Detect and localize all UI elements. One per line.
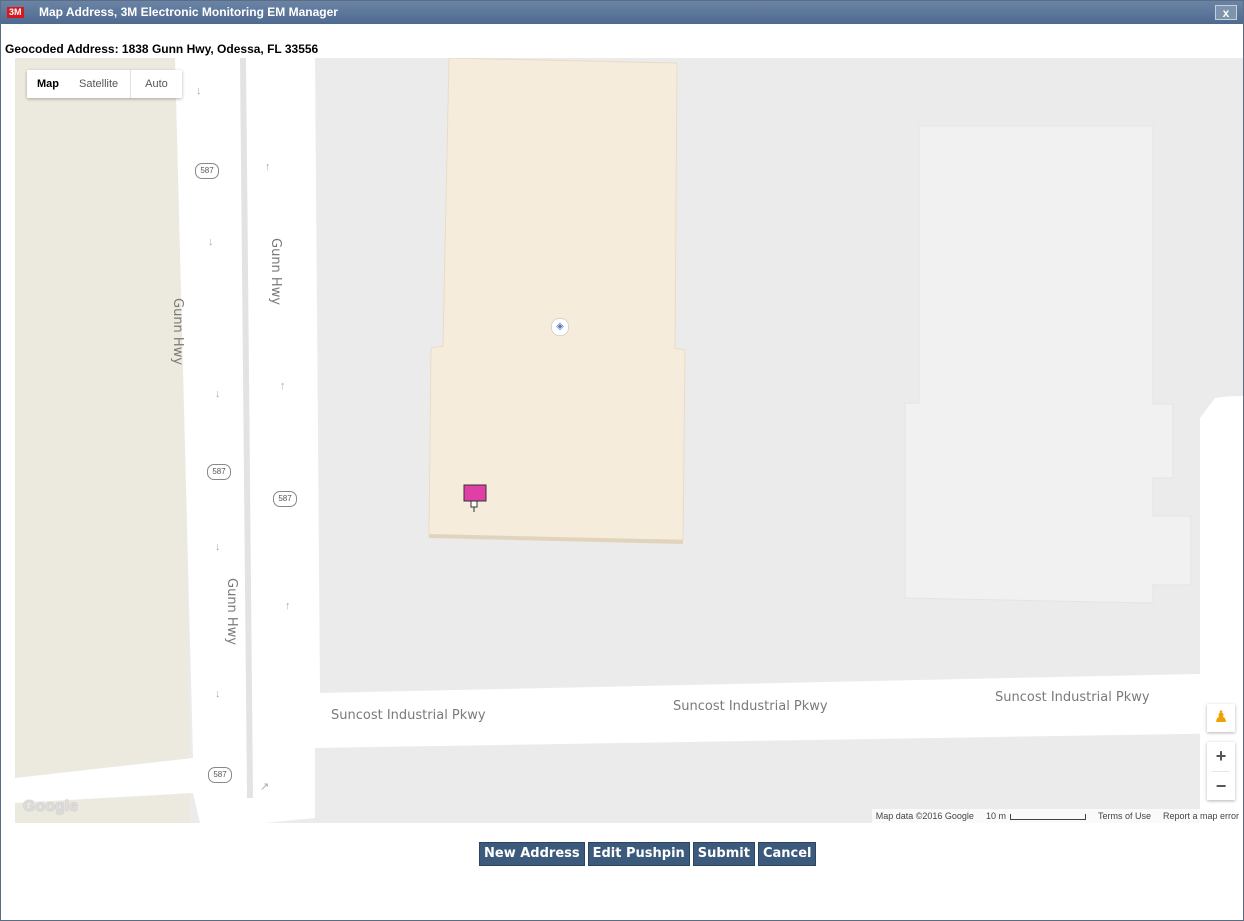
street-label-suncoast-3: Suncost Industrial Pkwy xyxy=(995,690,1150,705)
park-area xyxy=(15,58,190,823)
3m-logo: 3M xyxy=(7,7,24,18)
edit-pushpin-button[interactable]: Edit Pushpin xyxy=(587,842,690,866)
zoom-control: + − xyxy=(1207,742,1235,800)
down-arrow-icon: ↓ xyxy=(215,541,221,553)
window-title: Map Address, 3M Electronic Monitoring EM… xyxy=(39,5,338,19)
zoom-in-button[interactable]: + xyxy=(1207,742,1235,771)
google-logo: Google xyxy=(23,798,79,815)
up-arrow-icon: ↑ xyxy=(285,600,291,612)
up-arrow-icon: ↑ xyxy=(280,380,286,392)
action-buttons: New Address Edit Pushpin Submit Cancel xyxy=(479,842,817,866)
terms-of-use-link[interactable]: Terms of Use xyxy=(1098,809,1151,823)
pegman-icon[interactable]: ♟ xyxy=(1207,704,1235,732)
geocoded-address: Geocoded Address: 1838 Gunn Hwy, Odessa,… xyxy=(5,42,319,56)
store-building xyxy=(428,58,686,541)
down-arrow-icon: ↓ xyxy=(215,688,221,700)
map-type-map[interactable]: Map xyxy=(27,70,69,98)
map-data-text: Map data ©2016 Google xyxy=(875,811,974,821)
down-arrow-icon: ↓ xyxy=(215,388,221,400)
map-type-satellite[interactable]: Satellite xyxy=(69,70,128,98)
shopping-bag-icon[interactable]: ◈ xyxy=(551,318,569,336)
up-arrow-icon: ↑ xyxy=(265,161,271,173)
scale-bar xyxy=(1009,813,1086,820)
street-label-gunn-hwy-1: Gunn Hwy xyxy=(170,298,185,366)
route-shield: 587 xyxy=(273,491,297,507)
scale-label: 10 m xyxy=(985,811,1006,821)
scale-indicator: 10 m xyxy=(986,809,1086,823)
diagonal-arrow-icon: ↗ xyxy=(260,781,270,793)
map-type-auto[interactable]: Auto xyxy=(130,70,182,98)
down-arrow-icon: ↓ xyxy=(196,85,202,97)
report-map-error-link[interactable]: Report a map error xyxy=(1163,809,1239,823)
map-type-control: Map Satellite Auto xyxy=(27,70,182,98)
warehouse-building xyxy=(904,125,1192,604)
close-button[interactable]: x xyxy=(1215,5,1237,20)
map-attribution: Map data ©2016 Google 10 m Terms of Use … xyxy=(871,809,1243,823)
down-arrow-icon: ↓ xyxy=(208,236,214,248)
new-address-button[interactable]: New Address xyxy=(479,842,585,866)
street-label-suncoast-2: Suncost Industrial Pkwy xyxy=(673,699,828,714)
submit-button[interactable]: Submit xyxy=(692,842,755,866)
map-address-dialog: 3M Map Address, 3M Electronic Monitoring… xyxy=(0,0,1244,921)
street-label-gunn-hwy-2: Gunn Hwy xyxy=(268,238,283,306)
zoom-out-button[interactable]: − xyxy=(1207,772,1235,801)
map-view[interactable]: Map Satellite Auto Gunn Hwy Gunn Hwy Gun… xyxy=(15,58,1243,823)
route-shield: 587 xyxy=(208,767,232,783)
route-shield: 587 xyxy=(195,163,219,179)
cancel-button[interactable]: Cancel xyxy=(757,842,817,866)
route-shield: 587 xyxy=(207,464,231,480)
pushpin-svg xyxy=(463,484,487,512)
street-label-gunn-hwy-3: Gunn Hwy xyxy=(224,578,239,646)
street-label-suncoast-1: Suncost Industrial Pkwy xyxy=(331,708,486,723)
title-bar: 3M Map Address, 3M Electronic Monitoring… xyxy=(1,1,1243,24)
